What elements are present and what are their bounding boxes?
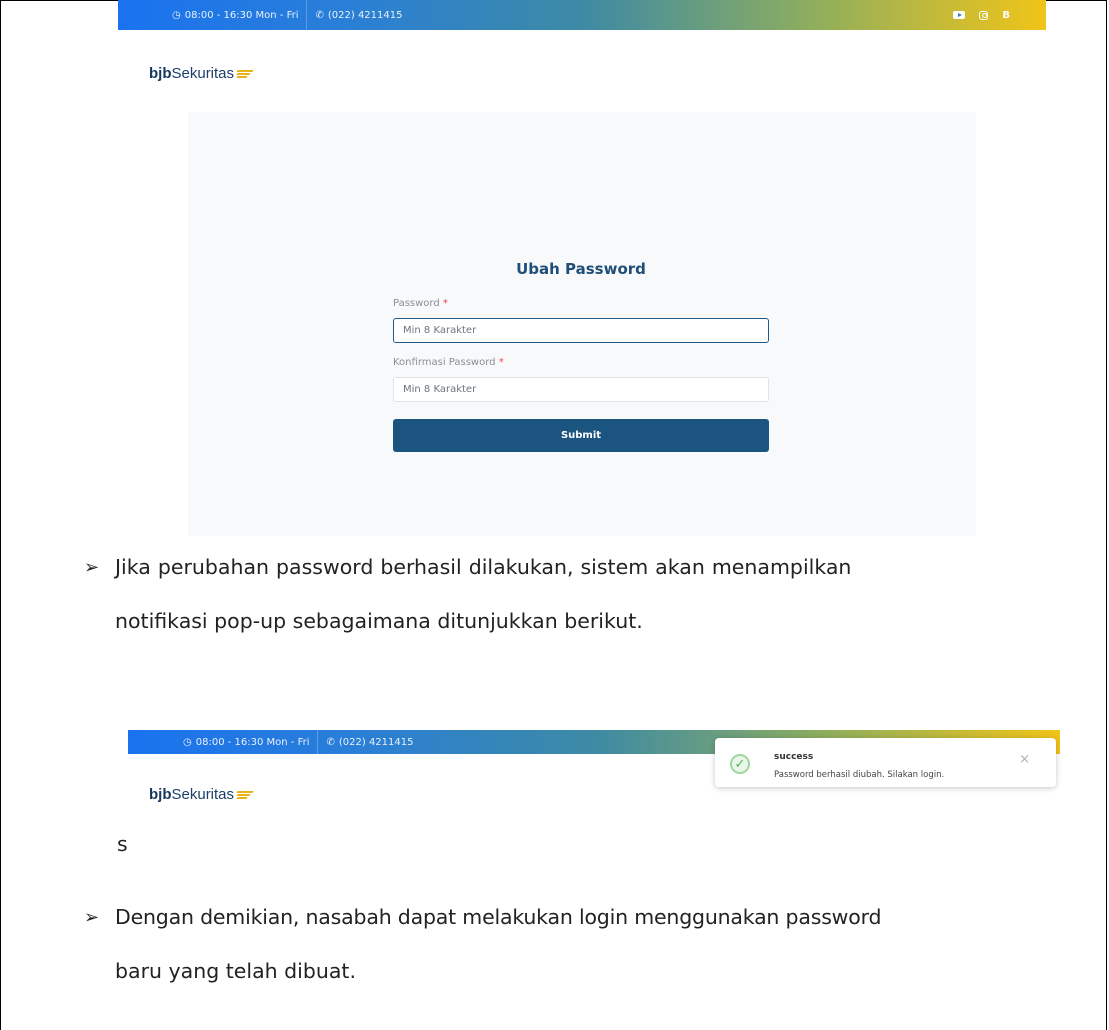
phone-icon: ✆	[315, 9, 324, 21]
confirm-placeholder: Min 8 Karakter	[403, 384, 477, 395]
phone-text: (022) 4211415	[327, 9, 403, 21]
phone-text: (022) 4211415	[338, 736, 414, 748]
hours-info: ◷ 08:00 - 16:30 Mon - Fri	[183, 737, 309, 748]
logo-bold-text: bjb	[149, 786, 172, 803]
logo-regular-text: Sekuritas	[171, 65, 235, 82]
logo-bold-text: bjb	[149, 65, 172, 82]
bullet-icon: ➢	[84, 907, 100, 928]
youtube-icon[interactable]	[953, 11, 966, 19]
success-toast: ✓ success Password berhasil diubah. Sila…	[715, 738, 1056, 787]
close-icon[interactable]: ×	[1019, 752, 1030, 767]
phone-info: ✆ (022) 4211415	[315, 10, 402, 21]
paragraph-1: Jika perubahan password berhasil dilakuk…	[115, 540, 1095, 648]
blog-icon[interactable]: B	[1002, 10, 1010, 21]
toast-title: success	[774, 752, 814, 762]
social-links: B	[953, 10, 1010, 21]
bjb-sekuritas-logo-2[interactable]: bjb Sekuritas	[149, 786, 255, 803]
paragraph-2: Dengan demikian, nasabah dapat melakukan…	[115, 890, 1100, 998]
password-label: Password *	[393, 298, 448, 309]
contact-bar: ◷ 08:00 - 16:30 Mon - Fri ✆ (022) 421141…	[118, 0, 1046, 30]
password-label-text: Password	[393, 298, 440, 309]
divider	[317, 730, 319, 754]
toast-message: Password berhasil diubah. Silakan login.	[774, 770, 945, 780]
paragraph-2-line-2: baru yang telah dibuat.	[115, 959, 356, 983]
clock-icon: ◷	[172, 9, 181, 21]
instagram-icon[interactable]	[979, 10, 989, 20]
paragraph-1-line-2: notifikasi pop-up sebagaimana ditunjukka…	[115, 609, 643, 633]
check-circle-icon: ✓	[730, 754, 750, 774]
logo-wing-icon	[236, 69, 255, 79]
divider	[306, 0, 308, 30]
confirm-label-text: Konfirmasi Password	[393, 357, 496, 368]
change-password-panel: Ubah Password Password * Min 8 Karakter …	[188, 112, 976, 536]
bullet-icon: ➢	[84, 557, 100, 578]
hours-text: 08:00 - 16:30 Mon - Fri	[195, 736, 310, 748]
phone-icon: ✆	[326, 736, 335, 748]
hours-text: 08:00 - 16:30 Mon - Fri	[184, 9, 299, 21]
required-mark: *	[442, 298, 448, 309]
logo-wing-icon	[236, 790, 255, 800]
stray-letter: s	[117, 832, 128, 856]
paragraph-2-line-1: Dengan demikian, nasabah dapat melakukan…	[115, 905, 882, 929]
confirm-password-label: Konfirmasi Password *	[393, 357, 504, 368]
paragraph-1-line-1: Jika perubahan password berhasil dilakuk…	[115, 555, 852, 579]
bjb-sekuritas-logo[interactable]: bjb Sekuritas	[149, 65, 255, 82]
hours-info: ◷ 08:00 - 16:30 Mon - Fri	[172, 10, 298, 21]
required-mark: *	[498, 357, 504, 368]
phone-info: ✆ (022) 4211415	[326, 737, 413, 748]
password-input[interactable]: Min 8 Karakter	[393, 318, 769, 343]
logo-regular-text: Sekuritas	[171, 786, 235, 803]
confirm-password-input[interactable]: Min 8 Karakter	[393, 377, 769, 402]
form-title: Ubah Password	[516, 260, 646, 278]
clock-icon: ◷	[183, 736, 192, 748]
submit-button[interactable]: Submit	[393, 419, 769, 452]
password-placeholder: Min 8 Karakter	[403, 325, 477, 336]
